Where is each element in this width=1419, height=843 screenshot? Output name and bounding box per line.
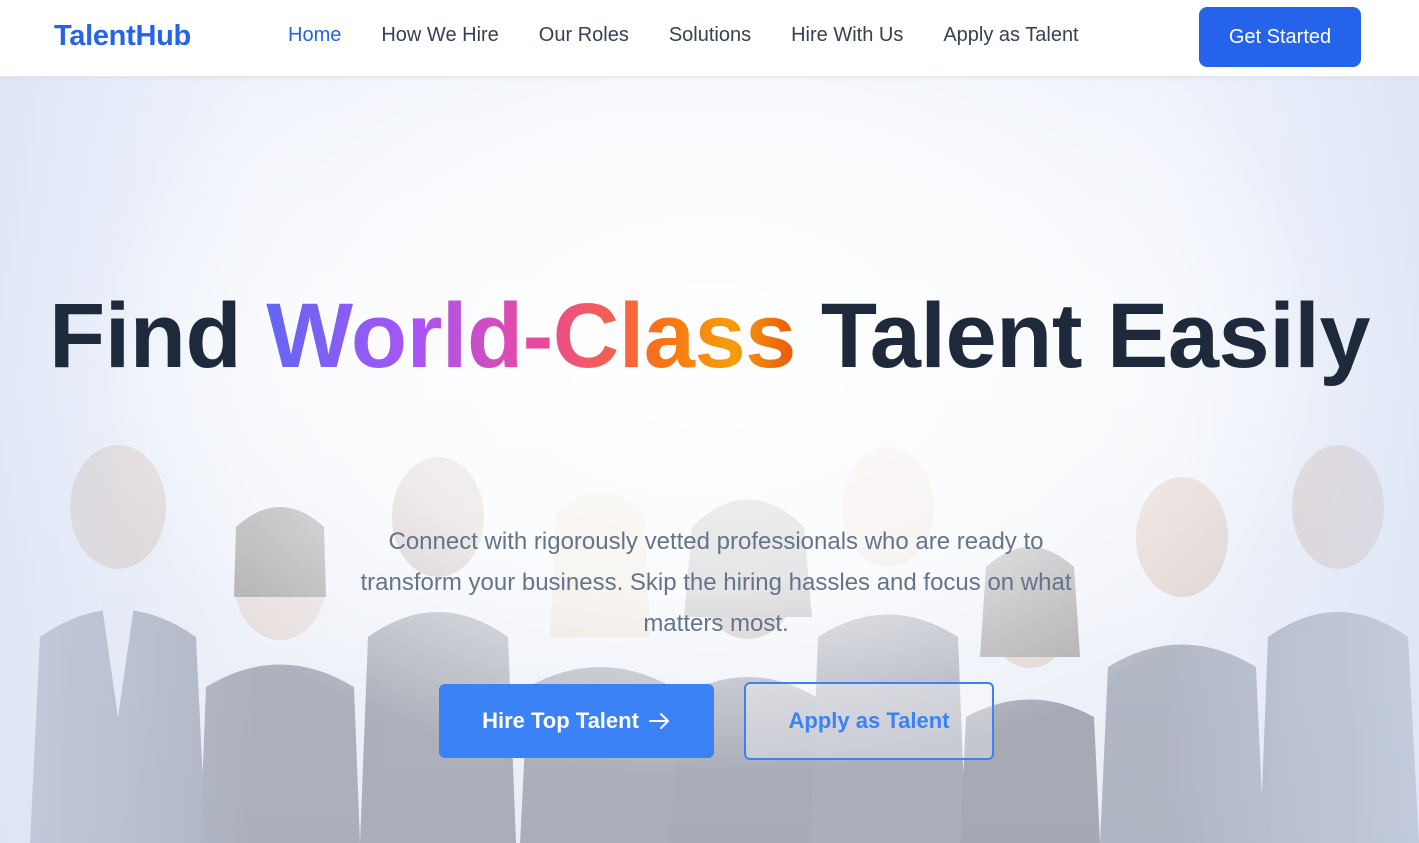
headline-start: Find bbox=[49, 285, 267, 387]
nav-item-home[interactable]: Home bbox=[288, 24, 341, 47]
brand-logo[interactable]: TalentHub bbox=[54, 20, 191, 53]
get-started-button[interactable]: Get Started bbox=[1199, 7, 1361, 67]
arrow-right-icon bbox=[648, 713, 669, 729]
main-nav: Home How We Hire Our Roles Solutions Hir… bbox=[288, 24, 1119, 47]
hero-section: Find World-Class Talent Easily Connect w… bbox=[0, 77, 1419, 843]
nav-item-hire-with-us[interactable]: Hire With Us bbox=[791, 24, 903, 47]
apply-as-talent-button[interactable]: Apply as Talent bbox=[744, 682, 994, 760]
headline-end: Talent Easily bbox=[795, 285, 1371, 387]
nav-item-how-we-hire[interactable]: How We Hire bbox=[381, 24, 498, 47]
hire-top-talent-label: Hire Top Talent bbox=[482, 708, 639, 733]
nav-item-our-roles[interactable]: Our Roles bbox=[539, 24, 629, 47]
hero-headline: Find World-Class Talent Easily bbox=[0, 282, 1419, 390]
nav-item-solutions[interactable]: Solutions bbox=[669, 24, 751, 47]
top-navbar: TalentHub Home How We Hire Our Roles Sol… bbox=[0, 0, 1419, 77]
hire-top-talent-button[interactable]: Hire Top Talent bbox=[439, 684, 714, 758]
headline-highlight: World-Class bbox=[266, 285, 796, 387]
nav-item-apply-as-talent[interactable]: Apply as Talent bbox=[943, 24, 1078, 47]
hero-subtext: Connect with rigorously vetted professio… bbox=[360, 528, 1072, 637]
